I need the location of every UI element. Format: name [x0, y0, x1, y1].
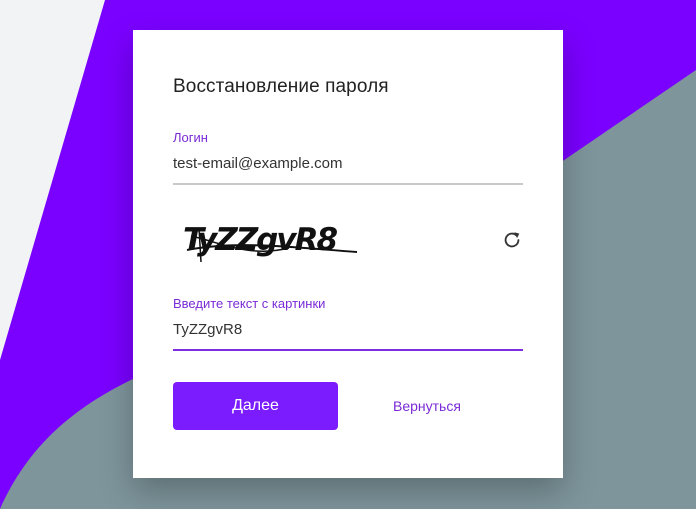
captcha-image: TyZZgvR8: [179, 218, 369, 266]
login-field: Логин: [173, 130, 523, 185]
captcha-field: Введите текст с картинки: [173, 296, 523, 351]
captcha-underline: [173, 349, 523, 351]
back-link[interactable]: Вернуться: [393, 398, 461, 414]
password-recovery-card: Восстановление пароля Логин TyZZgvR8 Вве…: [133, 30, 563, 478]
captcha-label: Введите текст с картинки: [173, 296, 326, 311]
login-underline: [173, 183, 523, 185]
page-title: Восстановление пароля: [173, 76, 389, 97]
login-label: Логин: [173, 130, 208, 145]
login-input[interactable]: [173, 153, 523, 173]
captcha-input[interactable]: [173, 319, 523, 339]
next-button[interactable]: Далее: [173, 382, 338, 430]
captcha-noise-lines: [186, 227, 358, 263]
refresh-icon[interactable]: [501, 229, 523, 251]
